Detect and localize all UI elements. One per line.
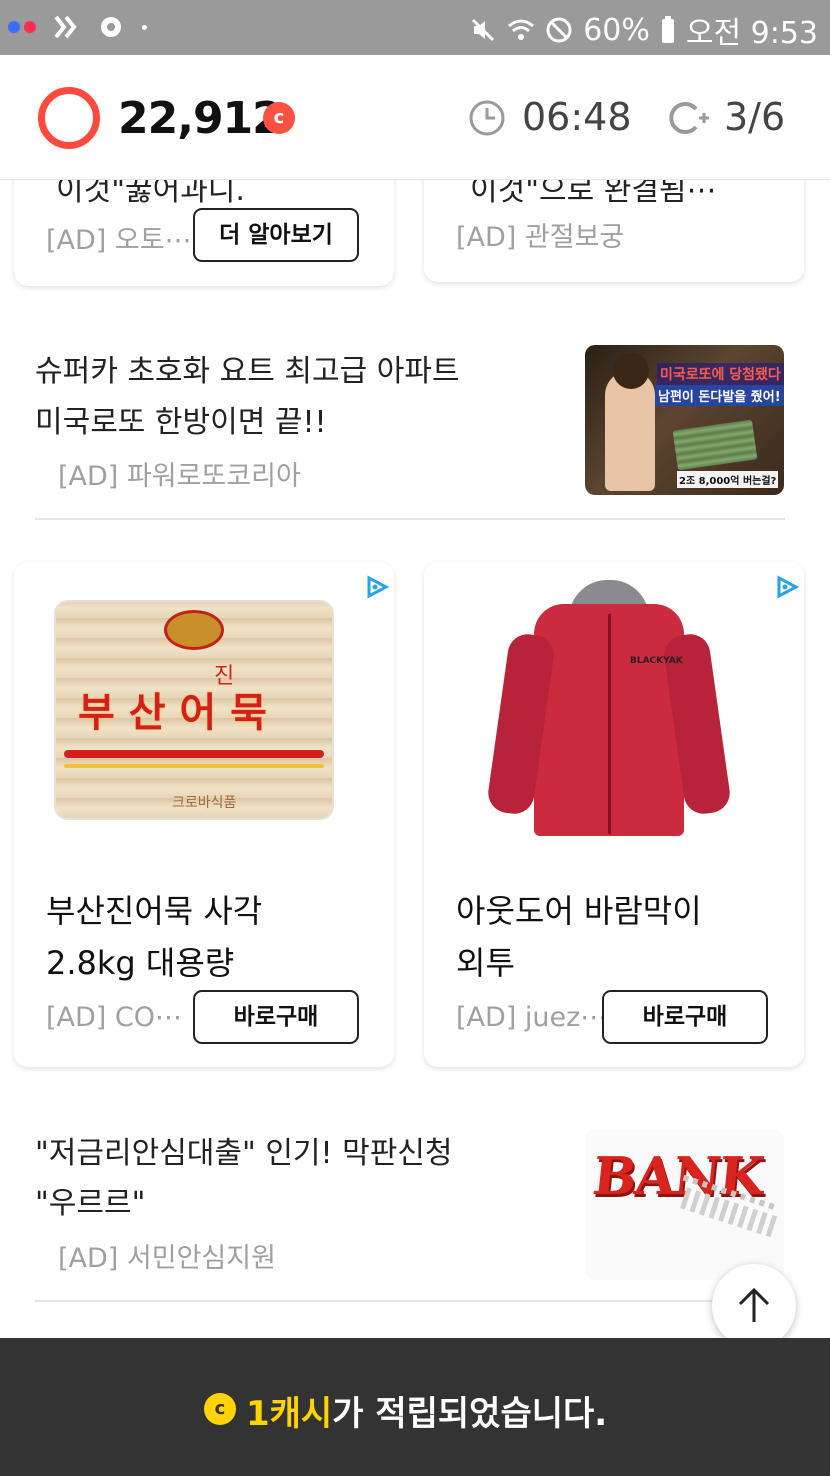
windbreaker-product-image[interactable]: BLACKYAK <box>485 574 733 854</box>
ad-row-title-line2: 미국로또 한방이면 끝!! <box>35 405 327 440</box>
cash-plus-icon <box>669 102 709 134</box>
product-source: [AD] CO⋯ <box>46 1002 183 1033</box>
ad-row-source: [AD] 서민안심지원 <box>58 1243 276 1274</box>
lotto-headline-2: 남편이 돈다발을 줬어! <box>655 385 784 406</box>
product-source: [AD] juez⋯ <box>456 1002 608 1033</box>
toast-coin-icon: c <box>204 1393 236 1425</box>
toast-message: 1캐시가 적립되었습니다. <box>246 1386 607 1435</box>
bank-ad-thumbnail[interactable]: BANK <box>585 1130 784 1280</box>
windbreaker-logo: BLACKYAK <box>630 656 683 666</box>
status-bar: 60% 오전 9:53 <box>0 0 830 55</box>
ad-row-title-line2: "우르르" <box>35 1186 146 1221</box>
product-title-line1: 아웃도어 바람막이 <box>456 892 702 930</box>
app-notification-icon <box>54 15 77 39</box>
ad-card-source: [AD] 오토⋯ <box>46 225 192 256</box>
reward-progress: 3/6 <box>724 95 786 139</box>
row-divider <box>35 1300 785 1302</box>
lotto-ad-thumbnail[interactable]: 미국로또에 당첨됐다 남편이 돈다발을 줬어! 2조 8,000억 버는걸? <box>585 345 784 495</box>
lotto-headline-1: 미국로또에 당첨됐다 <box>657 363 784 385</box>
lotto-headline-3: 2조 8,000억 버는걸? <box>677 471 779 488</box>
progress-ring[interactable] <box>38 87 100 149</box>
battery-percent: 60% <box>583 12 650 48</box>
app-dots-icon <box>8 21 36 33</box>
remaining-time: 06:48 <box>522 95 632 139</box>
more-dot-icon <box>142 24 147 30</box>
points-header: 22,912 c 06:48 3/6 <box>0 55 830 180</box>
cash-coin-icon: c <box>263 102 295 134</box>
fishcake-brand-main: 부 산 어 묵 <box>78 689 267 736</box>
ad-row-title-line1: 슈퍼카 초호화 요트 최고급 아파트 <box>35 354 460 389</box>
product-card-fishcake[interactable]: 진 부 산 어 묵 크로바식품 부산진어묵 사각 2.8kg 대용량 [AD] … <box>14 562 394 1067</box>
clock-icon <box>469 100 505 136</box>
product-title-line2: 2.8kg 대용량 <box>46 944 235 982</box>
toast-rest: 가 적립되었습니다. <box>332 1394 608 1434</box>
points-total: 22,912 <box>118 93 283 144</box>
scroll-to-top-button[interactable] <box>712 1264 796 1348</box>
toast-highlight: 1캐시 <box>246 1394 333 1434</box>
cash-earned-toast: c 1캐시가 적립되었습니다. <box>0 1338 830 1476</box>
ad-card-source: [AD] 관절보궁 <box>456 222 625 253</box>
buy-now-button[interactable]: 바로구매 <box>602 990 768 1044</box>
mute-icon <box>472 18 495 42</box>
arrow-up-icon <box>738 1287 770 1322</box>
ad-row-title-line1: "저금리안심대출" 인기! 막판신청 <box>35 1136 453 1171</box>
buy-now-button[interactable]: 바로구매 <box>193 990 359 1044</box>
product-title-line1: 부산진어묵 사각 <box>46 892 263 930</box>
product-card-windbreaker[interactable]: BLACKYAK 아웃도어 바람막이 외투 [AD] juez⋯ 바로구매 <box>424 562 804 1067</box>
wifi-icon <box>508 19 535 40</box>
settings-gear-icon <box>101 17 121 37</box>
clock: 오전 9:53 <box>685 16 818 51</box>
adchoices-icon[interactable] <box>364 574 390 600</box>
fishcake-maker-label: 크로바식품 <box>172 795 237 811</box>
learn-more-button[interactable]: 더 알아보기 <box>193 208 359 262</box>
fishcake-product-image[interactable]: 진 부 산 어 묵 크로바식품 <box>44 570 344 850</box>
no-sign-icon <box>546 17 572 43</box>
ad-row-source: [AD] 파워로또코리아 <box>58 461 301 492</box>
adchoices-icon[interactable] <box>774 574 800 600</box>
row-divider <box>35 518 785 520</box>
product-title-line2: 외투 <box>456 944 515 982</box>
battery-icon <box>661 16 674 43</box>
